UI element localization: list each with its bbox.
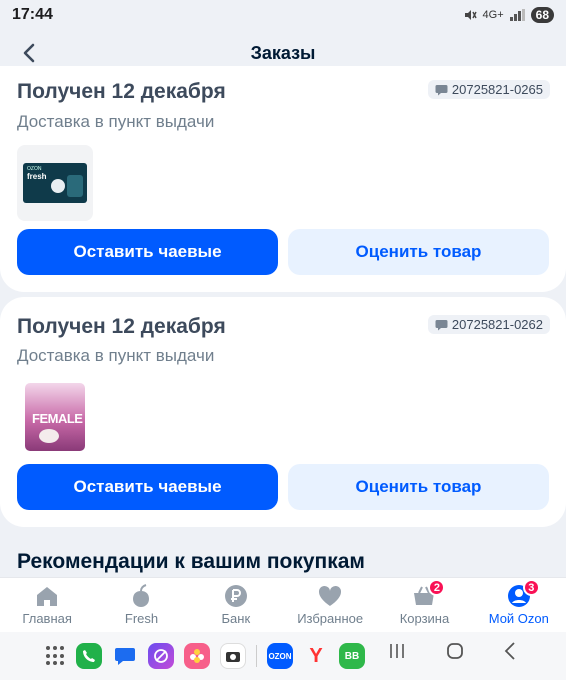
recents-icon[interactable] (388, 643, 406, 659)
system-dock: OZON Y BB (0, 632, 566, 680)
rate-product-button[interactable]: Оценить товар (288, 229, 549, 275)
order-card[interactable]: Получен 12 декабря 20725821-0265 Доставк… (0, 66, 566, 292)
order-number: 20725821-0262 (451, 317, 543, 332)
nav-item-home[interactable]: Главная (0, 578, 94, 632)
banner-title: fresh (27, 172, 47, 181)
profile-badge: 3 (522, 579, 540, 596)
fresh-banner-image: OZON fresh (23, 163, 87, 203)
system-buttons (388, 642, 516, 660)
network-type: 4G+ (482, 9, 504, 21)
phone-app-icon[interactable] (76, 643, 102, 669)
status-bar: 17:44 4G+ 68 (0, 0, 566, 30)
vkusvill-app-icon[interactable]: BB (339, 643, 365, 669)
nav-item-my-ozon[interactable]: 3 Мой Ozon (472, 578, 566, 632)
leave-tip-button[interactable]: Оставить чаевые (17, 229, 278, 275)
battery-indicator: 68 (530, 7, 554, 23)
nav-label: Главная (22, 611, 72, 626)
order-status-title: Получен 12 декабря (17, 315, 226, 338)
product-thumbnail[interactable]: OZON fresh (17, 145, 93, 221)
cart-badge: 2 (428, 579, 446, 596)
mute-icon (464, 10, 477, 20)
yandex-app-icon[interactable]: Y (303, 643, 329, 669)
gallery-app-icon[interactable] (184, 643, 210, 669)
nav-label: Корзина (399, 611, 450, 626)
status-time: 17:44 (12, 6, 53, 23)
product-image-shape (67, 175, 83, 197)
nav-item-fresh[interactable]: Fresh (94, 578, 188, 632)
bank-icon (223, 584, 249, 608)
profile-icon: 3 (506, 579, 540, 608)
nav-label: Мой Ozon (488, 611, 549, 626)
messages-app-icon[interactable] (112, 643, 138, 669)
dock-divider (256, 645, 257, 667)
recommendations-title: Рекомендации к вашим покупкам (17, 550, 365, 573)
home-button-icon[interactable] (446, 642, 464, 660)
cart-icon: 2 (411, 579, 446, 608)
delivery-type: Доставка в пункт выдачи (17, 346, 215, 365)
app-drawer-icon[interactable] (46, 646, 66, 666)
internet-app-icon[interactable] (148, 643, 174, 669)
order-number-chip[interactable]: 20725821-0262 (427, 315, 550, 334)
nav-label: Fresh (124, 611, 159, 626)
signal-icon (509, 9, 525, 21)
product-image-shape (51, 179, 65, 193)
nav-item-favorites[interactable]: Избранное (283, 578, 377, 632)
order-number: 20725821-0265 (451, 82, 543, 97)
female-protein-pack-image: FEMALE (25, 383, 85, 451)
chevron-left-icon (23, 43, 35, 63)
heart-icon (317, 584, 343, 608)
product-image-shape (39, 429, 59, 443)
back-nav-icon[interactable] (504, 642, 516, 660)
order-status-title: Получен 12 декабря (17, 80, 226, 103)
nav-item-cart[interactable]: 2 Корзина (377, 578, 471, 632)
fresh-icon (128, 584, 154, 608)
order-number-chip[interactable]: 20725821-0265 (427, 80, 550, 99)
nav-label: Избранное (297, 611, 364, 626)
status-icons: 4G+ 68 (463, 7, 554, 23)
chat-icon (435, 319, 448, 330)
order-card[interactable]: Получен 12 декабря 20725821-0262 Доставк… (0, 297, 566, 527)
pack-label: FEMALE (32, 411, 83, 426)
nav-label: Банк (221, 611, 251, 626)
back-button[interactable] (14, 38, 44, 68)
page-title: Заказы (250, 42, 316, 63)
delivery-type: Доставка в пункт выдачи (17, 112, 215, 131)
leave-tip-button[interactable]: Оставить чаевые (17, 464, 278, 510)
chat-icon (435, 84, 448, 95)
product-thumbnail[interactable]: FEMALE (17, 379, 93, 455)
rate-product-button[interactable]: Оценить товар (288, 464, 549, 510)
ozon-app-icon[interactable]: OZON (267, 643, 293, 669)
home-icon (34, 584, 60, 608)
bottom-nav: Главная Fresh Банк Избранное 2 Корзина 3… (0, 577, 566, 632)
camera-app-icon[interactable] (220, 643, 246, 669)
nav-item-bank[interactable]: Банк (189, 578, 283, 632)
